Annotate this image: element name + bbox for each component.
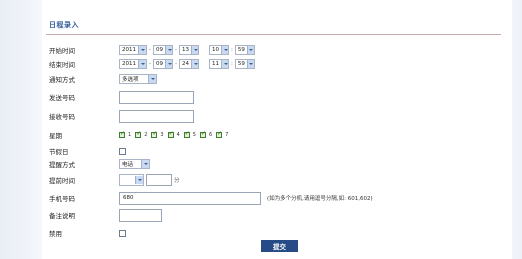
start-day-select[interactable]: 13 xyxy=(179,45,199,55)
weekday-2-checkbox[interactable] xyxy=(135,130,141,138)
disable-label: 禁用 xyxy=(49,230,62,238)
holiday-label: 节假日 xyxy=(49,148,69,156)
weekday-row: 星期 1 2 3 4 5 6 7 xyxy=(49,128,509,142)
disable-controls xyxy=(119,226,126,240)
receiver-number-label: 接收号码 xyxy=(49,113,75,121)
chevron-down-icon xyxy=(141,160,149,168)
notify-mode-controls: 多选项 xyxy=(119,72,157,86)
notify-mode-select[interactable]: 多选项 xyxy=(119,74,157,84)
advance-time-row: 提前时间 分 xyxy=(49,173,509,187)
phone-number-hint: (如为多个分机,请用逗号分隔,如: 601,602) xyxy=(267,196,373,202)
start-month-select[interactable]: 09 xyxy=(153,45,173,55)
advance-time-input[interactable] xyxy=(146,174,172,186)
holiday-controls xyxy=(119,144,126,158)
remarks-label: 备注说明 xyxy=(49,212,75,220)
weekday-checkboxes: 1 2 3 4 5 6 7 xyxy=(119,128,230,142)
start-year-select[interactable]: 2011 xyxy=(119,45,147,55)
remarks-row: 备注说明 xyxy=(49,208,509,222)
holiday-row: 节假日 xyxy=(49,144,509,158)
notify-mode-label: 通知方式 xyxy=(49,76,75,84)
receiver-number-controls xyxy=(119,109,194,123)
start-minute-select[interactable]: 59 xyxy=(234,45,255,55)
start-hour-select[interactable]: 10 xyxy=(209,45,229,55)
chevron-down-icon xyxy=(165,46,172,54)
chevron-down-icon xyxy=(246,46,254,54)
start-time-row: 开始时间 2011 - 09 - 13 10 : 59 xyxy=(49,43,509,57)
advance-time-select[interactable] xyxy=(119,174,144,186)
sender-number-input[interactable] xyxy=(119,90,194,104)
remarks-input[interactable] xyxy=(119,208,162,222)
chevron-down-icon xyxy=(148,75,156,83)
end-time-row: 结束时间 2011 - 09 - 24 11 : 59 xyxy=(49,57,509,71)
receiver-number-row: 接收号码 xyxy=(49,109,509,123)
submit-button[interactable]: 提交 xyxy=(261,240,298,252)
end-hour-select[interactable]: 11 xyxy=(209,59,229,69)
end-time-controls: 2011 - 09 - 24 11 : 59 xyxy=(119,57,255,71)
phone-number-row: 手机号码 680 (如为多个分机,请用逗号分隔,如: 601,602) xyxy=(49,191,509,205)
advance-time-label: 提前时间 xyxy=(49,177,75,185)
alarm-mode-select[interactable]: 电话 xyxy=(119,159,150,169)
end-day-select[interactable]: 24 xyxy=(179,59,199,69)
alarm-mode-row: 提醒方式 电话 xyxy=(49,157,509,171)
holiday-checkbox[interactable] xyxy=(119,147,126,155)
notify-mode-row: 通知方式 多选项 xyxy=(49,72,509,86)
chevron-down-icon xyxy=(138,60,146,68)
remarks-controls xyxy=(119,208,162,222)
phone-number-input[interactable]: 680 xyxy=(119,191,261,205)
weekday-5-checkbox[interactable] xyxy=(183,130,190,138)
disable-row: 禁用 xyxy=(49,226,509,240)
chevron-down-icon xyxy=(165,60,172,68)
disable-checkbox[interactable] xyxy=(119,229,126,237)
chevron-down-icon xyxy=(221,60,228,68)
receiver-number-input[interactable] xyxy=(119,109,194,123)
sender-number-row: 发送号码 xyxy=(49,90,509,104)
chevron-down-icon xyxy=(246,60,254,68)
chevron-down-icon xyxy=(138,46,146,54)
alarm-mode-label: 提醒方式 xyxy=(49,161,75,169)
end-month-select[interactable]: 09 xyxy=(153,59,173,69)
start-time-controls: 2011 - 09 - 13 10 : 59 xyxy=(119,43,255,57)
weekday-label: 星期 xyxy=(49,132,62,140)
end-minute-select[interactable]: 59 xyxy=(234,59,255,69)
chevron-down-icon xyxy=(135,176,143,184)
weekday-3-checkbox[interactable] xyxy=(151,130,157,138)
chevron-down-icon xyxy=(191,60,198,68)
weekday-4-checkbox[interactable] xyxy=(167,130,174,138)
start-time-label: 开始时间 xyxy=(49,47,75,55)
weekday-6-checkbox[interactable] xyxy=(199,130,206,138)
weekday-7-checkbox[interactable] xyxy=(216,130,222,138)
page-title: 日程录入 xyxy=(49,21,79,29)
phone-number-controls: 680 (如为多个分机,请用逗号分隔,如: 601,602) xyxy=(119,191,373,205)
weekday-1-checkbox[interactable] xyxy=(119,130,125,138)
title-divider xyxy=(46,34,501,35)
sender-number-label: 发送号码 xyxy=(49,94,75,102)
phone-number-label: 手机号码 xyxy=(49,195,75,203)
sender-number-controls xyxy=(119,90,194,104)
end-year-select[interactable]: 2011 xyxy=(119,59,147,69)
chevron-down-icon xyxy=(191,46,198,54)
chevron-down-icon xyxy=(221,46,228,54)
alarm-mode-controls: 电话 xyxy=(119,157,150,171)
advance-time-controls: 分 xyxy=(119,173,180,187)
end-time-label: 结束时间 xyxy=(49,61,75,69)
